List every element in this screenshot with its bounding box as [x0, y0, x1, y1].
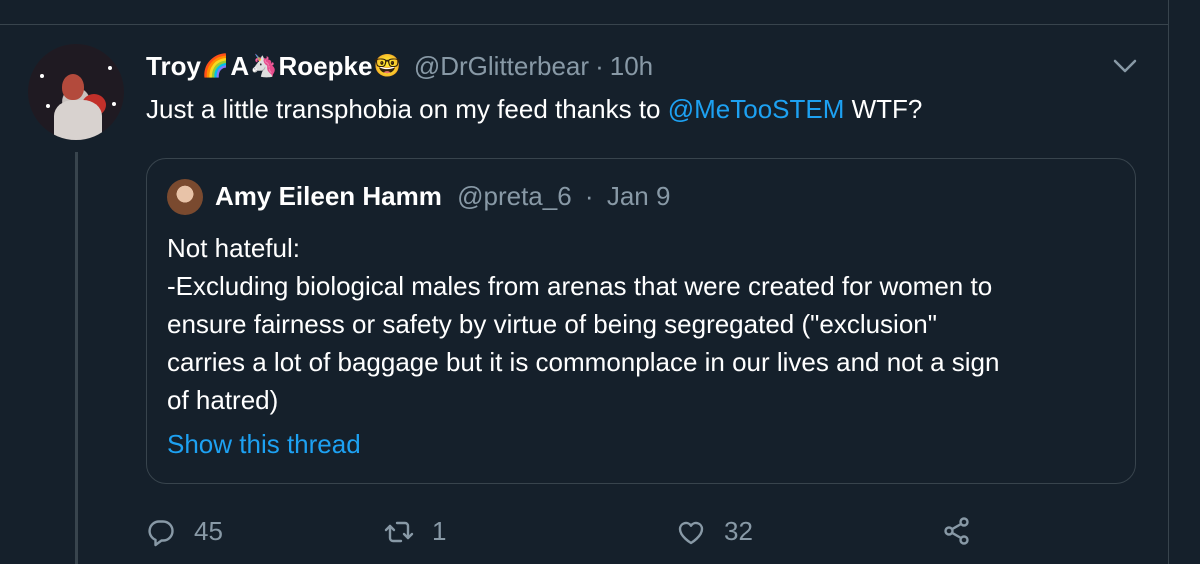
- avatar-star: [108, 66, 112, 70]
- like-count: 32: [724, 516, 753, 546]
- separator-dot: ·: [595, 50, 604, 81]
- quoted-author-handle: @preta_6: [457, 181, 572, 211]
- quoted-tweet-text: Not hateful: -Excluding biological males…: [167, 229, 1127, 419]
- reply-icon: [148, 519, 174, 546]
- avatar-body: [54, 100, 102, 140]
- author-name[interactable]: Troy 🌈 A 🦄 Roepke 🤓: [146, 51, 402, 82]
- author-name-part: A: [230, 50, 250, 81]
- quoted-tweet-header: Amy Eileen Hamm @preta_6 · Jan 9: [215, 181, 670, 212]
- share-button[interactable]: [942, 516, 990, 546]
- show-thread-link[interactable]: Show this thread: [167, 429, 361, 460]
- reply-button[interactable]: 45: [146, 516, 223, 547]
- separator-dot: ·: [584, 181, 594, 211]
- quoted-text-line: of hatred): [167, 385, 279, 415]
- avatar-star: [112, 102, 116, 106]
- chevron-down-icon[interactable]: [1112, 56, 1138, 76]
- mention-link[interactable]: @MeTooSTEM: [668, 94, 845, 124]
- author-avatar[interactable]: [28, 44, 124, 140]
- author-name-part: Roepke: [278, 50, 373, 81]
- thread-line: [75, 152, 78, 564]
- retweet-count: 1: [432, 516, 447, 546]
- quoted-text-line: ensure fairness or safety by virtue of b…: [167, 309, 937, 339]
- author-handle[interactable]: @DrGlitterbear: [414, 51, 589, 82]
- like-button[interactable]: 32: [676, 516, 753, 547]
- avatar-star: [46, 104, 50, 108]
- quoted-text-line: carries a lot of baggage but it is commo…: [167, 347, 1000, 377]
- tweet-text-segment: Just a little transphobia on my feed tha…: [146, 94, 668, 124]
- retweet-icon: [384, 521, 414, 542]
- tweet-actions: 45 1 32: [0, 516, 1168, 556]
- share-icon: [944, 517, 969, 545]
- reply-count: 45: [194, 516, 223, 546]
- nerd-face-emoji-icon: 🤓: [373, 53, 401, 78]
- column-border: [1168, 0, 1169, 564]
- tweet-text-segment: WTF?: [844, 94, 923, 124]
- quoted-tweet[interactable]: Amy Eileen Hamm @preta_6 · Jan 9 Not hat…: [146, 158, 1136, 484]
- top-divider: [0, 24, 1168, 25]
- unicorn-emoji-icon: 🦄: [250, 53, 278, 78]
- quoted-text-line: -Excluding biological males from arenas …: [167, 271, 993, 301]
- tweet-header: Troy 🌈 A 🦄 Roepke 🤓 @DrGlitterbear · 10h: [146, 50, 653, 82]
- quoted-author-avatar: [167, 179, 203, 215]
- avatar-face: [62, 74, 84, 100]
- tweet-timestamp[interactable]: 10h: [610, 51, 653, 82]
- quoted-tweet-timestamp: Jan 9: [606, 181, 671, 211]
- quoted-text-line: Not hateful:: [167, 233, 300, 263]
- rainbow-emoji-icon: 🌈: [201, 53, 230, 78]
- avatar-star: [40, 74, 44, 78]
- quoted-author-name: Amy Eileen Hamm: [215, 181, 442, 211]
- author-name-part: Troy: [146, 50, 201, 81]
- tweet-text: Just a little transphobia on my feed tha…: [146, 92, 922, 126]
- heart-icon: [678, 521, 704, 544]
- retweet-button[interactable]: 1: [384, 516, 446, 547]
